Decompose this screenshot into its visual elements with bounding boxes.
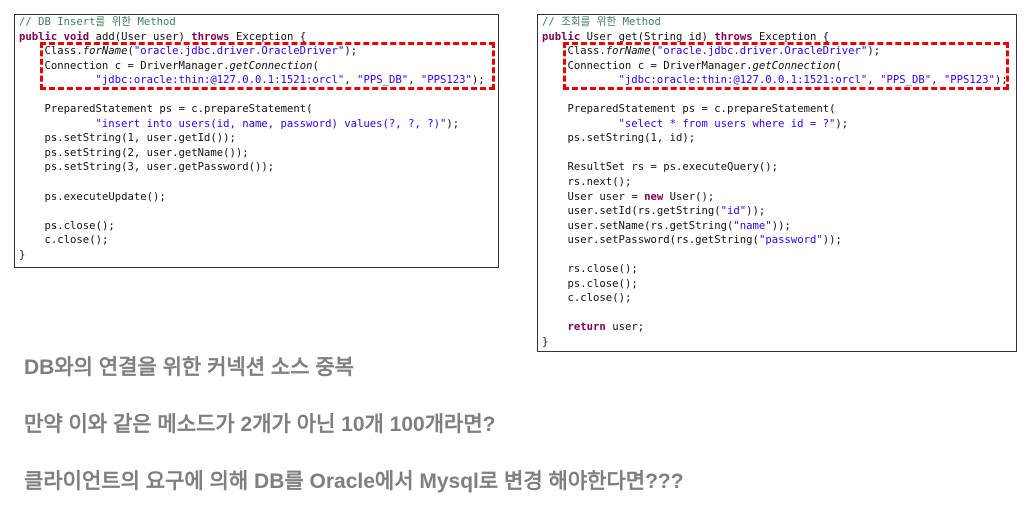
code-keyword: public xyxy=(19,30,58,43)
code-line: ps.setString(1, user.getId()); xyxy=(44,132,236,145)
code-line: } xyxy=(19,248,26,261)
code-line: Class.forName("oracle.jdbc.driver.Oracle… xyxy=(44,45,358,58)
code-line: c.close(); xyxy=(567,292,632,305)
code-line: rs.next(); xyxy=(567,176,632,189)
code-string: "oracle.jdbc.driver.OracleDriver" xyxy=(656,45,868,58)
code-comment: // DB Insert를 위한 Method xyxy=(19,16,176,28)
code-line: rs.close(); xyxy=(567,263,638,276)
code-line: User user = new User(); xyxy=(567,190,715,203)
code-line: public void add(User user) throws Except… xyxy=(19,30,307,43)
code-line: c.close(); xyxy=(44,234,109,247)
code-line: // DB Insert를 위한 Method xyxy=(19,15,498,30)
code-keyword: throws xyxy=(714,30,753,43)
code-string: "id" xyxy=(720,205,747,218)
code-line: user.setId(rs.getString("id")); xyxy=(567,205,766,218)
code-line: Connection c = DriverManager.getConnecti… xyxy=(44,59,319,72)
code-line: public User get(String id) throws Except… xyxy=(542,30,830,43)
code-line: Connection c = DriverManager.getConnecti… xyxy=(567,59,842,72)
code-line: PreparedStatement ps = c.prepareStatemen… xyxy=(567,103,836,116)
code-comment: // 조회를 위한 Method xyxy=(542,16,661,28)
code-line: PreparedStatement ps = c.prepareStatemen… xyxy=(44,103,313,116)
note-db-change-question: 클라이언트의 요구에 의해 DB를 Oracle에서 Mysql로 변경 해야한… xyxy=(24,470,684,493)
note-duplicate-connection: DB와의 연결을 위한 커넥션 소스 중복 xyxy=(24,356,354,379)
code-line: "jdbc:oracle:thin:@127.0.0.1:1521:orcl",… xyxy=(618,74,1008,87)
code-string: "PPS123" xyxy=(420,74,472,87)
code-string: "password" xyxy=(758,234,823,247)
code-string: "PPS_DB" xyxy=(357,74,409,87)
code-string: "name" xyxy=(733,219,772,232)
code-keyword: new xyxy=(644,190,664,203)
code-line: ps.close(); xyxy=(44,219,115,232)
note-many-methods-question: 만약 이와 같은 메소드가 2개가 아닌 10개 100개라면? xyxy=(24,413,496,436)
code-lines: // DB Insert를 위한 Method public void add(U… xyxy=(19,15,498,262)
code-line: } xyxy=(542,336,549,349)
code-keyword: public xyxy=(542,30,581,43)
insert-method-code-panel: // DB Insert를 위한 Method public void add(U… xyxy=(14,14,499,268)
code-static-method: forName xyxy=(605,45,651,58)
code-string: "jdbc:oracle:thin:@127.0.0.1:1521:orcl" xyxy=(618,74,868,87)
slide: // DB Insert를 위한 Method public void add(U… xyxy=(0,0,1033,508)
get-method-code-panel: // 조회를 위한 Method public User get(String i… xyxy=(537,14,1017,352)
code-line: ps.close(); xyxy=(567,277,638,290)
code-line: ps.setString(2, user.getName()); xyxy=(44,146,249,159)
code-line: "insert into users(id, name, password) v… xyxy=(95,117,460,130)
code-lines: // 조회를 위한 Method public User get(String i… xyxy=(542,15,1016,350)
code-line: Class.forName("oracle.jdbc.driver.Oracle… xyxy=(567,45,881,58)
code-line: return user; xyxy=(567,321,645,334)
code-string: "PPS_DB" xyxy=(880,74,932,87)
code-line: "jdbc:oracle:thin:@127.0.0.1:1521:orcl",… xyxy=(95,74,485,87)
code-static-method: getConnection xyxy=(752,59,836,72)
code-line: "select * from users where id = ?"); xyxy=(618,117,849,130)
code-static-method: forName xyxy=(82,45,128,58)
code-line: // 조회를 위한 Method xyxy=(542,15,1016,30)
code-line: ResultSet rs = ps.executeQuery(); xyxy=(567,161,779,174)
code-static-method: getConnection xyxy=(229,59,313,72)
code-keyword: throws xyxy=(191,30,230,43)
code-string: "jdbc:oracle:thin:@127.0.0.1:1521:orcl" xyxy=(95,74,345,87)
code-keyword: return xyxy=(567,321,606,334)
code-string: "insert into users(id, name, password) v… xyxy=(95,117,447,130)
code-string: "oracle.jdbc.driver.OracleDriver" xyxy=(133,45,345,58)
code-keyword: void xyxy=(63,30,90,43)
code-line: ps.executeUpdate(); xyxy=(44,190,166,203)
code-line: ps.setString(1, id); xyxy=(567,132,696,145)
code-line: user.setPassword(rs.getString("password"… xyxy=(567,234,842,247)
code-string: "select * from users where id = ?" xyxy=(618,117,836,130)
code-line: ps.setString(3, user.getPassword()); xyxy=(44,161,275,174)
code-line: user.setName(rs.getString("name")); xyxy=(567,219,791,232)
code-string: "PPS123" xyxy=(943,74,995,87)
